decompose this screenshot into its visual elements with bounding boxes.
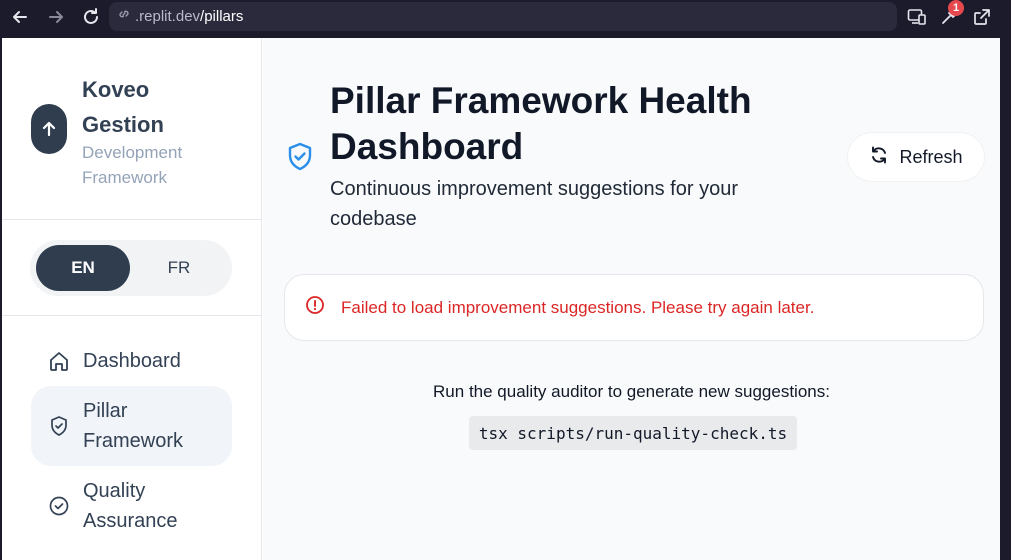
page-viewport: Koveo Gestion Development Framework EN F…: [2, 38, 1000, 560]
browser-window: .replit.dev/pillars 1 Koveo Gestion Deve…: [0, 0, 1011, 560]
window-edge: [1000, 38, 1011, 560]
sidebar: Koveo Gestion Development Framework EN F…: [2, 38, 262, 560]
error-alert: Failed to load improvement suggestions. …: [284, 274, 984, 341]
brand-logo: [31, 104, 67, 154]
link-icon: [117, 7, 131, 26]
alert-circle-icon: [305, 295, 325, 320]
reload-icon[interactable]: [77, 4, 105, 30]
shield-check-icon: [39, 415, 79, 437]
browser-toolbar: .replit.dev/pillars 1: [0, 0, 1011, 36]
back-icon[interactable]: [6, 4, 34, 30]
check-circle-icon: [39, 495, 79, 517]
home-icon: [39, 350, 79, 372]
address-bar[interactable]: .replit.dev/pillars: [109, 2, 897, 31]
refresh-button[interactable]: Refresh: [848, 133, 984, 181]
shield-check-icon: [286, 141, 314, 178]
language-fr-button[interactable]: FR: [132, 245, 226, 291]
main-content: Pillar Framework Health Dashboard Contin…: [263, 38, 1000, 560]
sidebar-item-dashboard[interactable]: Dashboard: [31, 338, 232, 384]
auditor-hint: Run the quality auditor to generate new …: [433, 382, 830, 401]
refresh-icon: [869, 145, 889, 170]
page-subtitle: Continuous improvement suggestions for y…: [330, 178, 738, 230]
command-code: tsx scripts/run-quality-check.ts: [469, 416, 797, 450]
sidebar-item-label: Pillar Framework: [83, 400, 184, 452]
forward-icon[interactable]: [42, 4, 70, 30]
language-en-button[interactable]: EN: [36, 245, 130, 291]
sidebar-item-pillar-framework[interactable]: Pillar Framework: [31, 386, 232, 466]
brand-section: Koveo Gestion Development Framework: [2, 38, 262, 220]
arrow-up-icon: [42, 121, 56, 137]
brand-subtitle: Development Framework: [82, 143, 183, 187]
url-domain: .replit.dev: [135, 8, 201, 25]
url-text: .replit.dev/pillars: [135, 8, 243, 25]
external-link-icon[interactable]: [969, 4, 995, 30]
language-toggle: EN FR: [30, 240, 232, 296]
language-section: EN FR: [2, 220, 262, 316]
error-message: Failed to load improvement suggestions. …: [341, 297, 815, 317]
refresh-label: Refresh: [899, 146, 963, 167]
brand-name: Koveo Gestion: [82, 77, 164, 137]
sidebar-item-label: Dashboard: [83, 350, 181, 372]
devices-icon[interactable]: [904, 4, 930, 30]
sidebar-item-label: Quality Assurance: [83, 480, 178, 532]
sidebar-item-quality-assurance[interactable]: Quality Assurance: [31, 474, 232, 538]
notification-badge: 1: [948, 0, 964, 16]
page-title: Pillar Framework Health Dashboard: [330, 80, 752, 167]
url-path: /pillars: [200, 8, 244, 25]
